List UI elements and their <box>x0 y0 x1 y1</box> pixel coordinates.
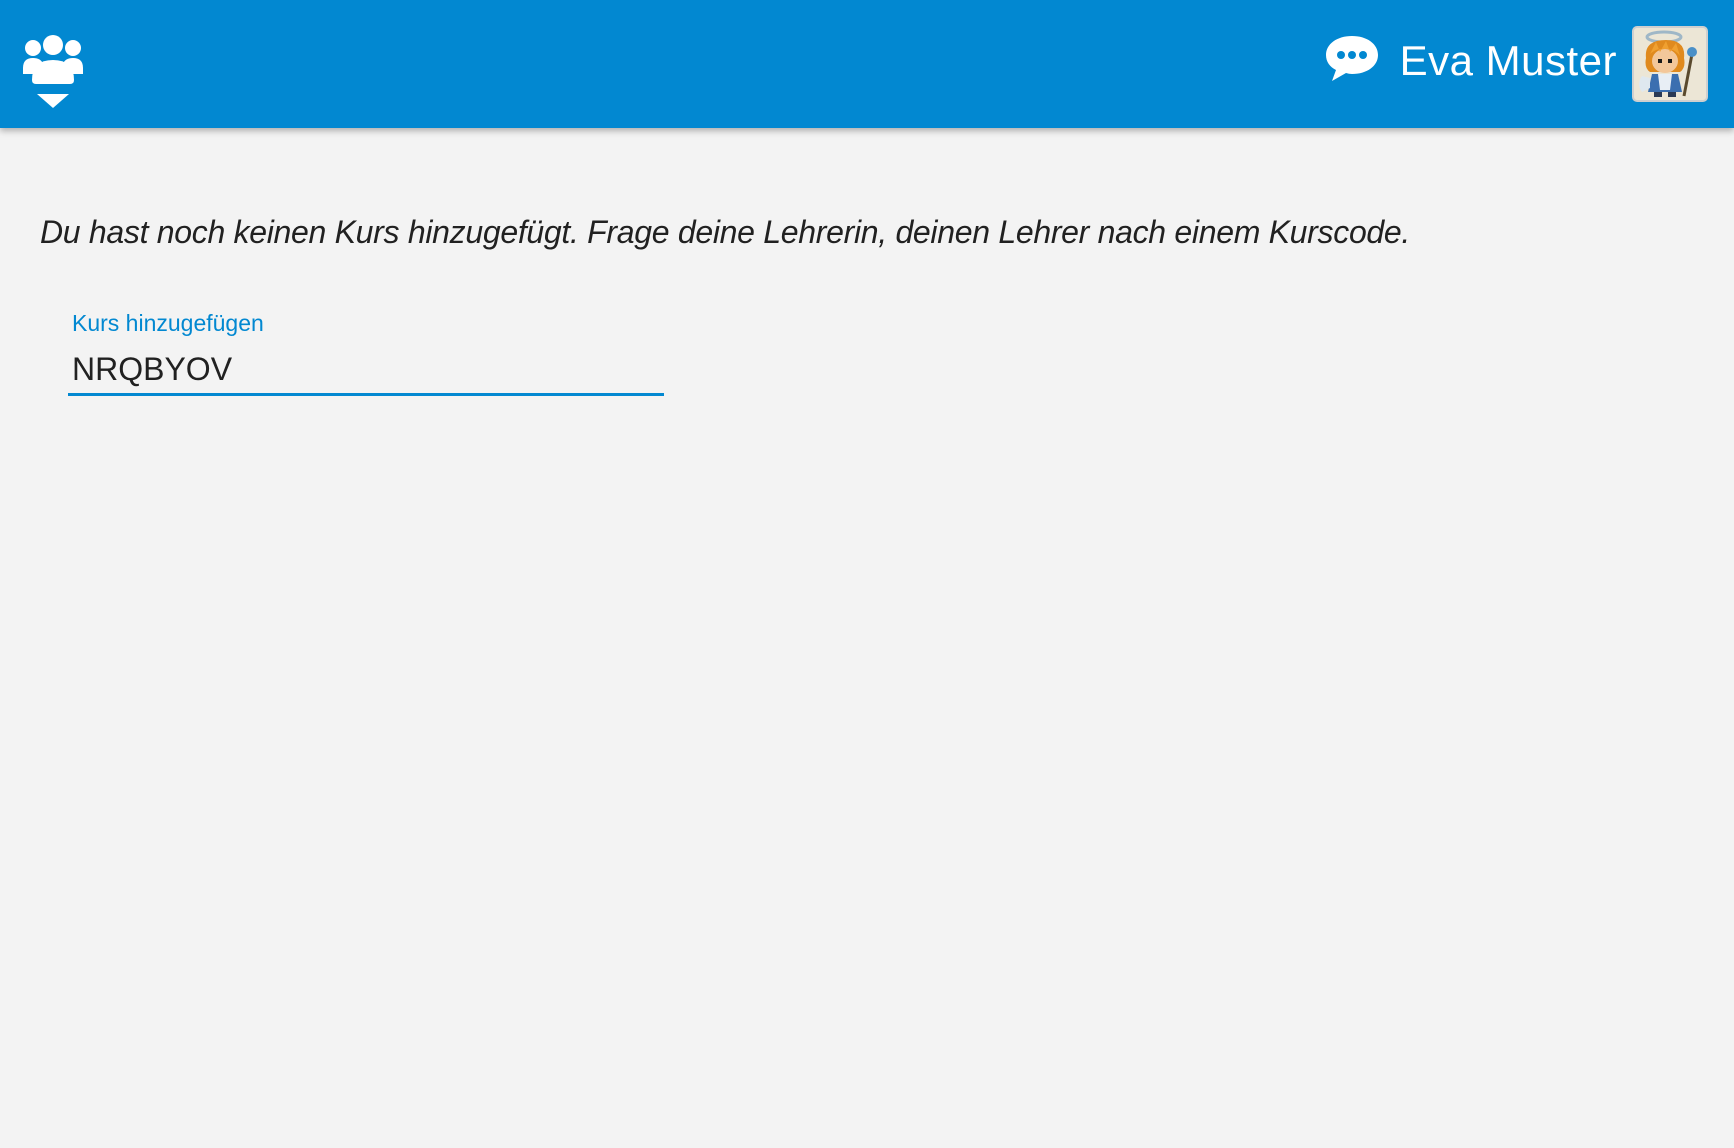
add-course-label: Kurs hinzugefügen <box>72 310 264 336</box>
add-course-field: Kurs hinzugefügen <box>68 308 664 400</box>
course-code-input[interactable] <box>68 346 664 396</box>
user-name[interactable]: Eva Muster <box>1400 36 1617 86</box>
user-avatar[interactable] <box>1632 26 1708 102</box>
chat-button[interactable] <box>1324 34 1380 84</box>
empty-courses-message: Du hast noch keinen Kurs hinzugefügt. Fr… <box>40 214 1411 250</box>
courses-menu-button[interactable] <box>22 34 84 114</box>
avatar-angel-character <box>1639 30 1697 97</box>
top-app-bar: Eva Muster <box>0 0 1734 128</box>
caret-down-icon <box>37 94 69 108</box>
chat-bubble-icon <box>1326 36 1378 81</box>
group-icon <box>23 35 83 108</box>
